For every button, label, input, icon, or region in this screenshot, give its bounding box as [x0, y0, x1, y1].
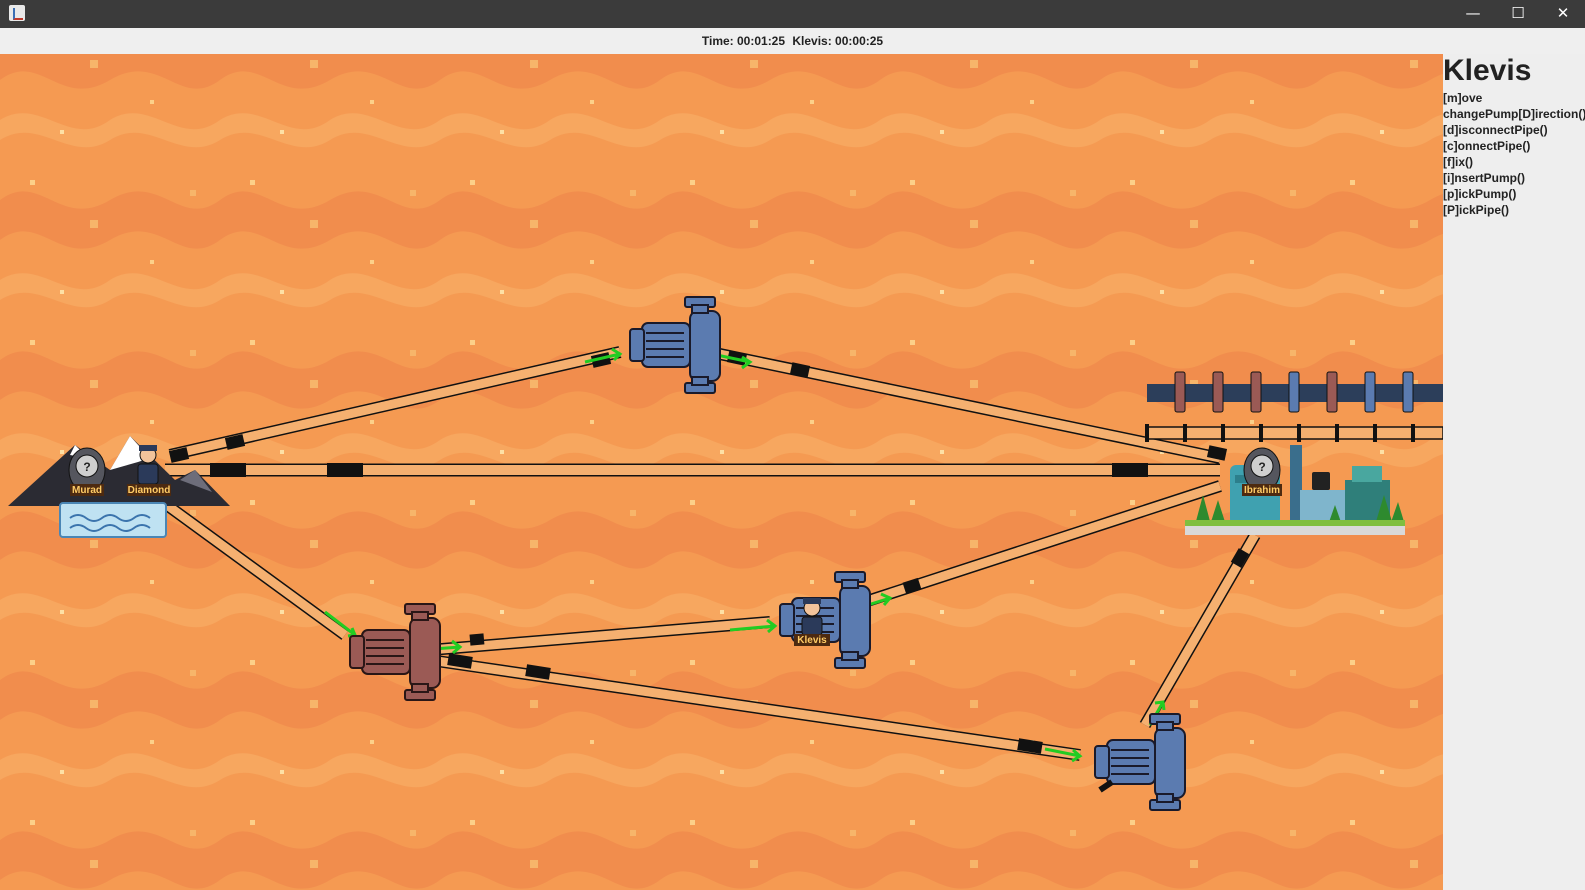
current-player-name: Klevis [1443, 54, 1532, 87]
player-murad[interactable]: ? Murad [68, 447, 106, 496]
player-name: Ibrahim [1244, 485, 1280, 496]
command-move[interactable]: [m]ove [1443, 90, 1585, 106]
command-change-pump-direction[interactable]: changePump[D]irection() [1443, 106, 1585, 122]
java-app-icon [9, 5, 25, 21]
close-button[interactable]: ✕ [1540, 0, 1585, 28]
command-list: [m]ove changePump[D]irection() [d]isconn… [1443, 90, 1585, 218]
command-insert-pump[interactable]: [i]nsertPump() [1443, 170, 1585, 186]
player-name: Murad [72, 485, 102, 496]
svg-text:?: ? [83, 460, 90, 474]
player-name: Klevis [797, 635, 827, 646]
pipe-inventory[interactable] [1145, 424, 1443, 442]
svg-text:?: ? [1258, 460, 1265, 474]
maximize-button[interactable]: ☐ [1495, 0, 1541, 28]
player-time: Klevis: 00:00:25 [792, 34, 884, 48]
command-disconnect-pipe[interactable]: [d]isconnectPipe() [1443, 122, 1585, 138]
minimize-button[interactable]: — [1450, 0, 1496, 28]
game-time: Time: 00:01:25 [701, 34, 786, 48]
player-name: Diamond [128, 485, 171, 496]
command-connect-pipe[interactable]: [c]onnectPipe() [1443, 138, 1585, 154]
command-fix[interactable]: [f]ix() [1443, 154, 1585, 170]
command-pick-pipe[interactable]: [P]ickPipe() [1443, 202, 1585, 218]
title-bar: — ☐ ✕ [0, 0, 1585, 28]
game-board[interactable]: ? Murad Diamond ? Ibrahim Klevis [0, 54, 1443, 890]
timer-readout: Time: 00:01:25 Klevis: 00:00:25 [0, 28, 1585, 54]
command-pick-pump[interactable]: [p]ickPump() [1443, 186, 1585, 202]
